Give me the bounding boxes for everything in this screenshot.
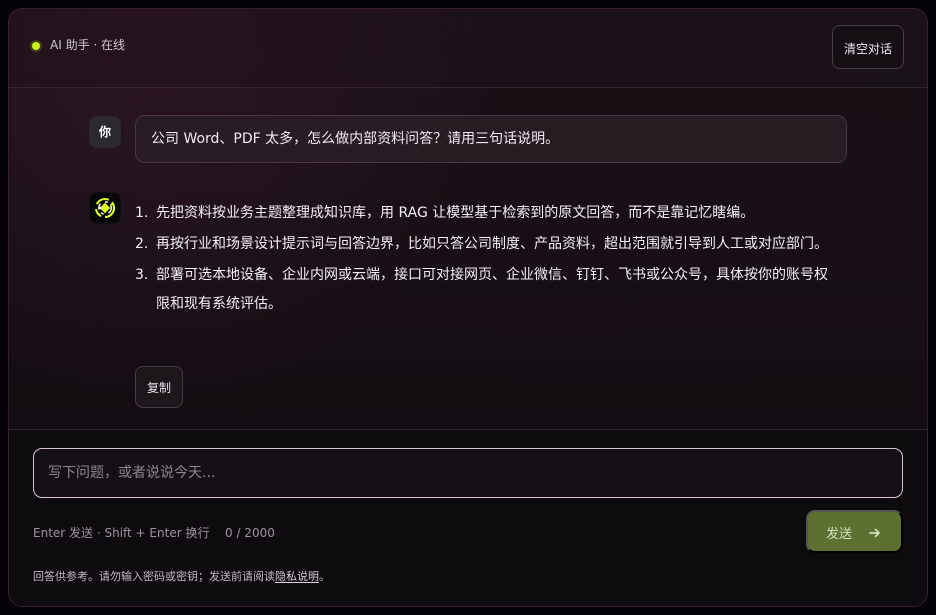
answer-item-3: 3. 部署可选本地设备、企业内网或云端，接口可对接网页、企业微信、钉钉、飞书或公… bbox=[135, 261, 841, 319]
answer-number: 2. bbox=[135, 236, 149, 252]
message-input[interactable] bbox=[33, 448, 903, 498]
character-counter: 0 / 2000 bbox=[225, 526, 275, 540]
keyboard-shortcut-hint: Enter 发送 · Shift + Enter 换行 bbox=[33, 526, 210, 540]
answer-number: 1. bbox=[135, 205, 149, 221]
chat-window: AI 助手 · 在线 清空对话 你 公司 Word、PDF 太多，怎么做内部资料… bbox=[8, 8, 928, 607]
online-status-icon bbox=[32, 42, 40, 50]
message-composer: Enter 发送 · Shift + Enter 换行 0 / 2000 发送 … bbox=[9, 429, 927, 606]
arrow-right-icon bbox=[869, 528, 880, 538]
privacy-policy-link[interactable]: 隐私说明 bbox=[275, 570, 319, 583]
disclaimer-suffix: 。 bbox=[319, 570, 330, 583]
user-message: 公司 Word、PDF 太多，怎么做内部资料问答？请用三句话说明。 bbox=[135, 115, 847, 163]
disclaimer-text: 回答供参考。请勿输入密码或密钥；发送前请阅读 bbox=[33, 570, 275, 583]
conversation-area: 你 公司 Word、PDF 太多，怎么做内部资料问答？请用三句话说明。 1. 先… bbox=[9, 88, 927, 429]
answer-item-1: 1. 先把资料按业务主题整理成知识库，用 RAG 让模型基于检索到的原文回答，而… bbox=[135, 199, 841, 228]
assistant-answer-list: 1. 先把资料按业务主题整理成知识库，用 RAG 让模型基于检索到的原文回答，而… bbox=[135, 199, 841, 321]
chat-header: AI 助手 · 在线 清空对话 bbox=[9, 9, 927, 88]
clear-conversation-button[interactable]: 清空对话 bbox=[832, 25, 904, 69]
answer-text: 部署可选本地设备、企业内网或云端，接口可对接网页、企业微信、钉钉、飞书或公众号，… bbox=[156, 267, 828, 312]
send-button-label: 发送 bbox=[826, 526, 853, 541]
assistant-logo-icon bbox=[89, 192, 121, 224]
user-avatar: 你 bbox=[89, 116, 121, 148]
answer-number: 3. bbox=[135, 267, 149, 283]
send-button[interactable]: 发送 bbox=[806, 510, 903, 553]
answer-text: 先把资料按业务主题整理成知识库，用 RAG 让模型基于检索到的原文回答，而不是靠… bbox=[156, 205, 755, 221]
answer-item-2: 2. 再按行业和场景设计提示词与回答边界，比如只答公司制度、产品资料，超出范围就… bbox=[135, 230, 841, 259]
answer-text: 再按行业和场景设计提示词与回答边界，比如只答公司制度、产品资料，超出范围就引导到… bbox=[156, 236, 828, 252]
copy-answer-button[interactable]: 复制 bbox=[135, 366, 183, 408]
privacy-disclaimer: 回答供参考。请勿输入密码或密钥；发送前请阅读隐私说明。 bbox=[33, 569, 330, 584]
assistant-status: AI 助手 · 在线 bbox=[50, 38, 126, 52]
